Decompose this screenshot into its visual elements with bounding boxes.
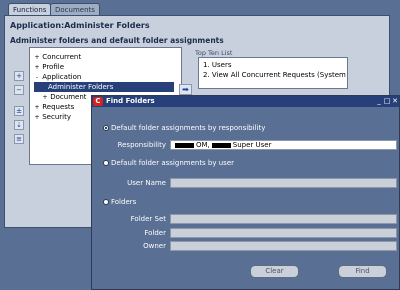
dialog-title: Find Folders — [106, 97, 155, 105]
top-ten-list[interactable]: 1. Users 2. View All Concurrent Requests… — [198, 57, 348, 89]
dialog-titlebar[interactable]: C Find Folders _ □ ✕ — [92, 96, 399, 107]
folder-label: Folder — [144, 229, 166, 237]
tree-item[interactable]: + Document — [42, 92, 87, 102]
close-icon[interactable]: ✕ — [391, 97, 399, 106]
tree-expand-icon: + — [34, 114, 40, 121]
tree-item[interactable]: + Profile — [34, 62, 64, 72]
owner-field[interactable] — [170, 241, 397, 251]
folder-set-label: Folder Set — [130, 215, 166, 223]
collapse-one-button[interactable]: − — [14, 85, 24, 95]
tree-item-label: Application — [42, 73, 82, 81]
username-field[interactable] — [170, 178, 397, 188]
responsibility-value-pre: OM, — [196, 141, 210, 149]
owner-label: Owner — [143, 242, 166, 250]
collapse-all-button[interactable]: ≡ — [14, 134, 24, 144]
username-label: User Name — [127, 179, 166, 187]
oracle-logo-icon: C — [93, 97, 103, 106]
folder-set-field[interactable] — [170, 214, 397, 224]
expand-all-button[interactable]: ⇣ — [14, 120, 24, 130]
navigator-title: Application:Administer Folders — [10, 21, 150, 30]
radio-icon — [103, 199, 109, 205]
top-ten-label: Top Ten List — [195, 49, 233, 57]
radio-label: Default folder assignments by responsibi… — [111, 124, 266, 132]
tree-item[interactable]: + Requests — [34, 102, 74, 112]
expand-branch-button[interactable]: ± — [14, 106, 24, 116]
find-button[interactable]: Find — [338, 265, 387, 278]
list-item[interactable]: 1. Users — [203, 61, 232, 69]
arrow-right-icon: ➡ — [182, 85, 189, 94]
radio-label: Folders — [111, 198, 137, 206]
redacted-block — [175, 143, 194, 148]
tree-item-label: Concurrent — [42, 53, 82, 61]
add-to-top-ten-button[interactable]: ➡ — [179, 84, 192, 95]
responsibility-label: Responsibility — [117, 141, 166, 149]
minimize-icon[interactable]: _ — [375, 97, 383, 106]
radio-selected-icon — [103, 125, 109, 131]
expand-one-button[interactable]: + — [14, 71, 24, 81]
tree-item[interactable]: - Application — [34, 72, 81, 82]
folder-field[interactable] — [170, 228, 397, 238]
tree-item[interactable]: + Concurrent — [34, 52, 81, 62]
tree-item-label: Document — [50, 93, 87, 101]
list-item[interactable]: 2. View All Concurrent Requests (System … — [203, 71, 347, 79]
navigator-subtitle: Administer folders and default folder as… — [10, 36, 224, 45]
tree-item-label: Requests — [42, 103, 75, 111]
radio-icon — [103, 160, 109, 166]
radio-label: Default folder assignments by user — [111, 159, 235, 167]
find-folders-dialog: C Find Folders _ □ ✕ Default folder assi… — [91, 95, 400, 290]
radio-by-user[interactable]: Default folder assignments by user — [103, 158, 234, 168]
radio-folders[interactable]: Folders — [103, 197, 136, 207]
redacted-block — [211, 143, 231, 148]
maximize-icon[interactable]: □ — [383, 97, 391, 106]
tree-item-selected[interactable]: Administer Folders — [34, 82, 174, 92]
tree-item-label: Administer Folders — [48, 83, 114, 91]
tree-item[interactable]: + Security — [34, 112, 71, 122]
radio-by-responsibility[interactable]: Default folder assignments by responsibi… — [103, 123, 265, 133]
responsibility-field[interactable]: OM, Super User — [170, 140, 397, 150]
tree-item-label: Security — [42, 113, 71, 121]
clear-button[interactable]: Clear — [250, 265, 299, 278]
tree-item-label: Profile — [42, 63, 64, 71]
responsibility-value-post: Super User — [232, 141, 272, 149]
